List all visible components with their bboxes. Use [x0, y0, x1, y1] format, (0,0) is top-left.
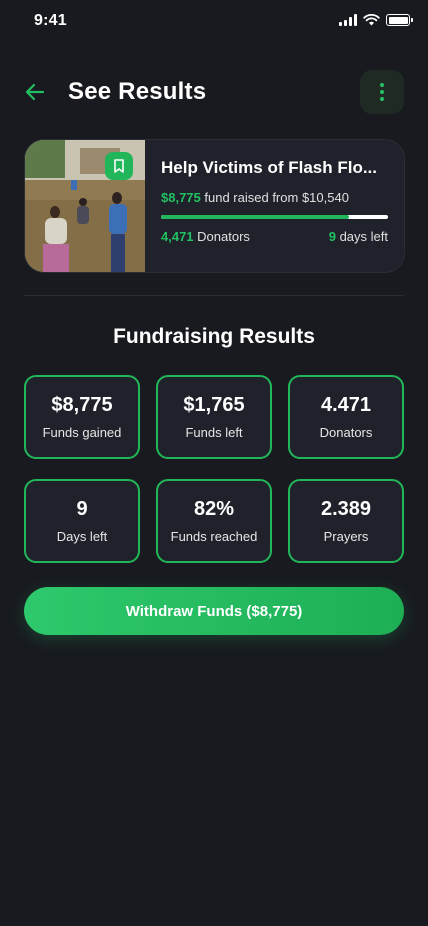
stat-label: Prayers: [323, 529, 369, 544]
raised-text: fund raised from: [204, 190, 299, 205]
donators-label: Donators: [197, 229, 250, 244]
campaign-title: Help Victims of Flash Flo...: [161, 158, 378, 177]
progress-bar: [161, 215, 388, 219]
stat-card-donators: 4.471 Donators: [288, 375, 404, 459]
days-count: 9: [328, 229, 336, 244]
stat-card-funds-reached: 82% Funds reached: [156, 479, 272, 563]
stat-label: Funds gained: [42, 425, 122, 440]
stat-label: Days left: [56, 529, 108, 544]
bookmark-icon: [114, 159, 124, 173]
campaign-card[interactable]: Help Victims of Flash Flo... $8,775 fund…: [24, 139, 405, 273]
stat-card-prayers: 2.389 Prayers: [288, 479, 404, 563]
signal-icon: [339, 14, 357, 26]
more-vertical-icon: [380, 83, 384, 101]
stat-card-funds-gained: $8,775 Funds gained: [24, 375, 140, 459]
stat-value: $1,765: [183, 394, 245, 416]
donators-info: 4,471 Donators: [161, 229, 250, 244]
stat-card-funds-left: $1,765 Funds left: [156, 375, 272, 459]
header: See Results: [24, 70, 404, 114]
stat-value: 2.389: [320, 498, 372, 520]
stat-value: 82%: [193, 498, 235, 520]
days-left-info: 9 days left: [329, 229, 388, 244]
status-bar: 9:41: [0, 0, 428, 44]
stat-card-days-left: 9 Days left: [24, 479, 140, 563]
arrow-left-icon: [25, 83, 45, 101]
results-grid: $8,775 Funds gained $1,765 Funds left 4.…: [24, 375, 404, 563]
status-icons: [339, 14, 413, 26]
campaign-meta: 4,471 Donators 9 days left: [161, 229, 388, 244]
goal-amount: $10,540: [301, 190, 349, 205]
donators-count: 4,471: [161, 229, 194, 244]
bookmark-button[interactable]: [105, 152, 133, 180]
stat-label: Funds left: [185, 425, 243, 440]
wifi-icon: [363, 14, 380, 26]
stat-value: $8,775: [51, 394, 113, 416]
campaign-image: [25, 140, 145, 272]
page-title: See Results: [68, 78, 207, 105]
status-time: 9:41: [34, 12, 67, 29]
stat-label: Donators: [319, 425, 373, 440]
battery-icon: [386, 14, 413, 26]
stat-value: 4.471: [320, 394, 372, 416]
stat-label: Funds reached: [170, 529, 258, 544]
back-button[interactable]: [24, 80, 48, 104]
stat-value: 9: [76, 498, 88, 520]
campaign-info: Help Victims of Flash Flo... $8,775 fund…: [145, 140, 404, 272]
divider: [24, 295, 404, 296]
progress-fill: [161, 215, 350, 219]
withdraw-funds-button[interactable]: Withdraw Funds ($8,775): [24, 587, 404, 635]
days-label: days left: [339, 229, 388, 244]
raised-amount: $8,775: [161, 190, 201, 205]
fund-raised-line: $8,775 fund raised from $10,540: [161, 190, 388, 205]
more-options-button[interactable]: [360, 70, 404, 114]
section-title: Fundraising Results: [113, 325, 315, 348]
